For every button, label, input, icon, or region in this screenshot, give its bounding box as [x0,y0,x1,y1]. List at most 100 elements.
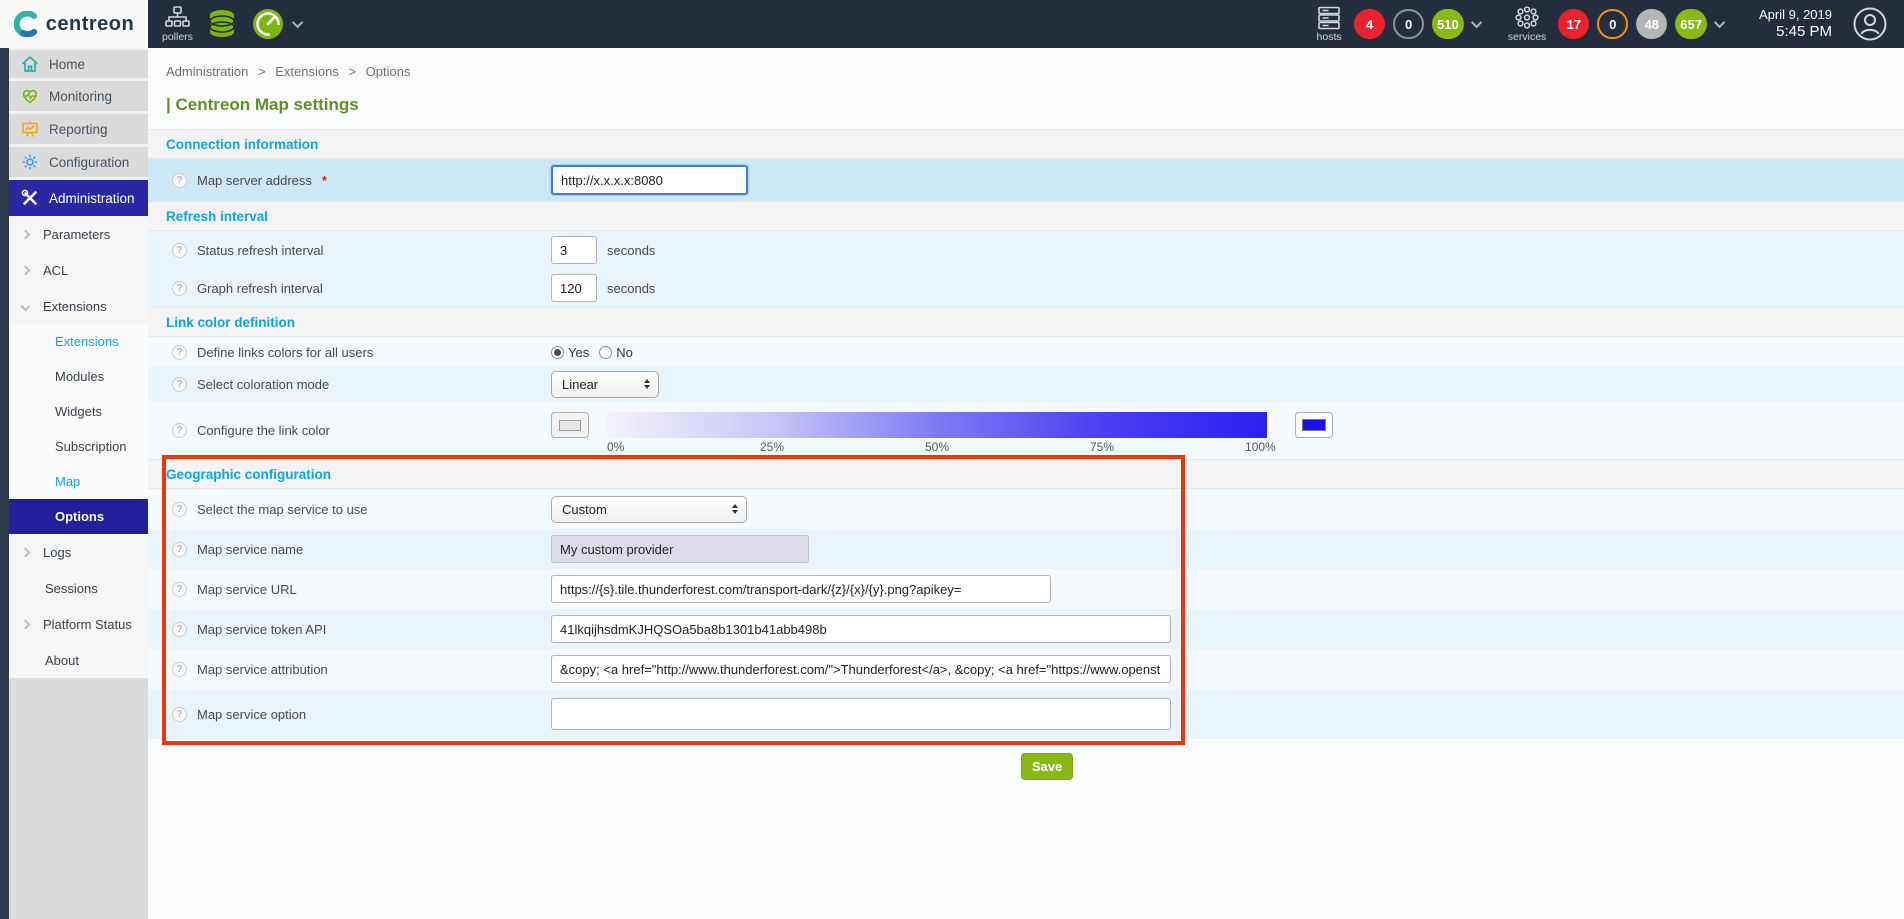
graph-refresh-interval-input[interactable] [551,274,597,302]
help-icon[interactable]: ? [172,581,187,597]
sidebar-item-parameters[interactable]: Parameters [9,216,148,252]
map-service-token-input[interactable] [551,615,1171,643]
row-map-service-url: ? Map service URL [148,569,1904,609]
gauge-icon [252,9,283,39]
row-map-service-token: ? Map service token API [148,609,1904,649]
row-coloration-mode: ? Select coloration mode Linear [148,367,1904,401]
hosts-unreachable-badge[interactable]: 0 [1393,9,1425,39]
radio-button-icon[interactable] [551,345,564,359]
help-icon[interactable]: ? [172,172,187,188]
link-color-gradient: 0% 25% 50% 75% 100% [607,412,1276,454]
help-icon[interactable]: ? [172,376,187,392]
sidebar-item-label: Options [55,509,105,524]
breadcrumb-separator: > [258,64,266,79]
services-unknown-badge[interactable]: 48 [1636,9,1668,39]
map-service-attribution-input[interactable] [551,655,1171,683]
services-ok-badge[interactable]: 657 [1675,9,1707,39]
sidebar-item-widgets[interactable]: Widgets [9,394,148,429]
services-menu[interactable]: services [1508,6,1546,43]
breadcrumb: Administration > Extensions > Options [148,48,1904,79]
map-service-option-input[interactable] [551,698,1171,730]
row-graph-refresh-interval: ? Graph refresh interval seconds [148,269,1904,307]
select-arrows-icon [732,504,738,514]
services-chevron-down-icon[interactable] [1713,16,1726,29]
sidebar-item-administration[interactable]: Administration [9,180,148,216]
sidebar-item-acl[interactable]: ACL [9,252,148,288]
sidebar-item-reporting[interactable]: Reporting [9,114,148,147]
sidebar-item-label: Extensions [55,334,119,349]
centreon-logo[interactable]: centreon [0,0,148,48]
radio-yes[interactable]: Yes [551,345,589,360]
help-icon[interactable]: ? [172,422,187,438]
radio-no[interactable]: No [599,345,633,360]
field-label: Define links colors for all users [197,344,374,360]
breadcrumb-item[interactable]: Options [366,64,411,79]
map-service-name-input[interactable] [551,535,809,563]
pollers-menu[interactable]: pollers [162,5,193,43]
sidebar-item-label: Reporting [49,121,108,137]
help-icon[interactable]: ? [172,344,187,360]
map-server-address-input[interactable] [551,165,748,195]
field-label: Map service attribution [197,661,328,677]
sidebar-item-extensions[interactable]: Extensions [9,324,148,359]
gradient-bar[interactable] [607,412,1267,438]
sidebar-item-label: Subscription [55,439,127,454]
hosts-chevron-down-icon[interactable] [1470,16,1483,29]
hosts-menu[interactable]: hosts [1316,6,1342,43]
sidebar-item-label: Extensions [43,298,107,314]
sidebar-item-home[interactable]: Home [9,48,148,81]
sidebar-item-extensions-group[interactable]: Extensions [9,288,148,324]
hosts-down-badge[interactable]: 4 [1354,9,1386,39]
color-well-button[interactable] [551,412,589,438]
services-critical-badge[interactable]: 17 [1558,9,1590,39]
map-service-url-input[interactable] [551,575,1051,603]
help-icon[interactable]: ? [172,242,187,258]
chevron-right-icon [20,265,31,275]
save-button[interactable]: Save [1021,753,1073,780]
administration-icon [21,189,37,205]
geographic-configuration-section: Geographic configuration ? Select the ma… [148,455,1904,745]
pollers-chevron-down-icon[interactable] [291,16,304,29]
services-warning-badge[interactable]: 0 [1597,9,1629,39]
hosts-icon [1318,6,1340,30]
sidebar-item-subscription[interactable]: Subscription [9,429,148,464]
sidebar-item-monitoring[interactable]: Monitoring [9,81,148,114]
radio-button-icon[interactable] [599,345,613,359]
latency-status[interactable] [251,7,285,41]
help-icon[interactable]: ? [172,501,187,517]
selected-color-button[interactable] [1295,412,1333,438]
sidebar-item-modules[interactable]: Modules [9,359,148,394]
help-icon[interactable]: ? [172,661,187,677]
host-status-badges: 4 0 510 [1354,9,1483,39]
field-label: Map service token API [197,621,327,637]
help-icon[interactable]: ? [172,621,187,637]
help-icon[interactable]: ? [172,541,187,557]
sidebar-item-label: Home [49,56,86,72]
breadcrumb-item[interactable]: Administration [166,64,248,79]
scale-label: 50% [924,440,950,454]
sidebar-edge [0,48,9,919]
sidebar-item-platform-status[interactable]: Platform Status [9,606,148,642]
sidebar-item-map[interactable]: Map [9,464,148,499]
help-icon[interactable]: ? [172,280,187,296]
sidebar-item-configuration[interactable]: Configuration [9,147,148,180]
field-label: Map service URL [197,581,297,597]
sidebar-item-sessions[interactable]: Sessions [9,570,148,606]
help-icon[interactable]: ? [172,706,187,722]
coloration-mode-select[interactable]: Linear [551,370,659,398]
monitoring-icon [22,89,38,104]
map-service-select[interactable]: Custom [551,495,747,523]
hosts-up-badge[interactable]: 510 [1432,9,1464,39]
status-refresh-interval-input[interactable] [551,236,597,264]
sidebar-item-label: Modules [55,369,105,384]
breadcrumb-item[interactable]: Extensions [275,64,339,79]
gradient-scale: 0% 25% 50% 75% 100% [607,438,1276,454]
sidebar-item-label: Map [55,474,81,489]
sidebar-item-logs[interactable]: Logs [9,534,148,570]
user-menu[interactable] [1852,6,1888,42]
sidebar-item-about[interactable]: About [9,642,148,678]
services-icon [1515,6,1539,29]
sidebar-item-options[interactable]: Options [9,499,148,534]
database-status[interactable] [205,7,239,41]
row-map-service: ? Select the map service to use Custom [148,489,1904,529]
